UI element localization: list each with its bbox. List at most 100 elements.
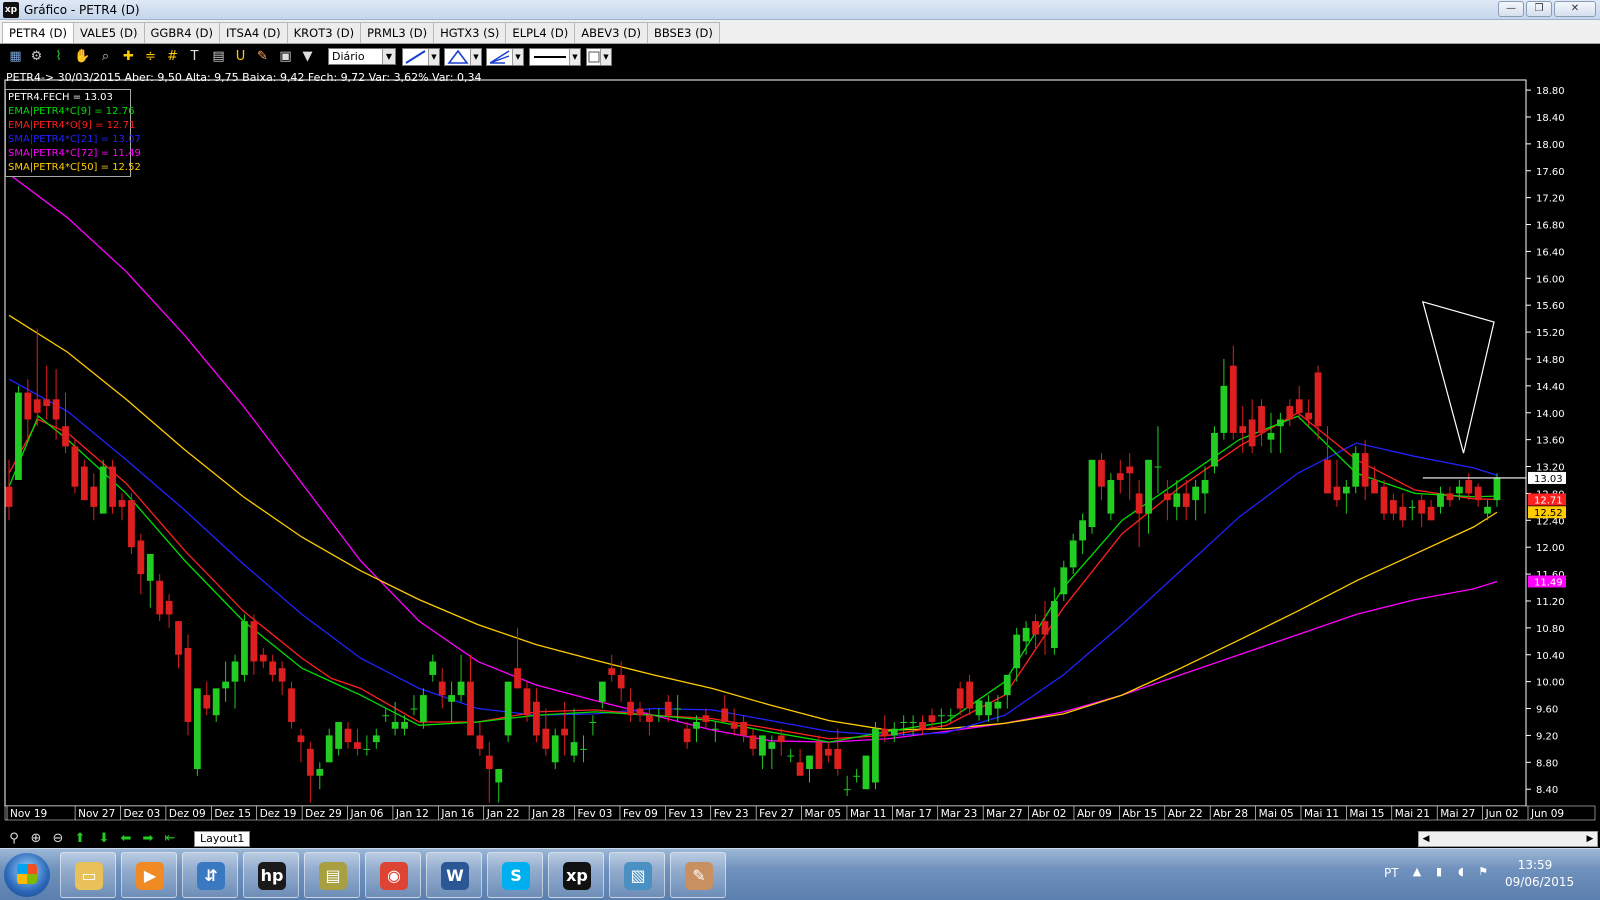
scroll-right-icon[interactable]: ▶: [1583, 832, 1597, 846]
taskbar-button[interactable]: ▭: [60, 852, 116, 898]
start-button[interactable]: [4, 853, 50, 897]
candle: [1342, 479, 1350, 514]
candle-body: [457, 681, 465, 696]
horizontal-scrollbar[interactable]: ◀ ▶: [1418, 831, 1598, 847]
zoom-out-icon[interactable]: ⊖: [50, 831, 66, 847]
candle: [872, 721, 879, 790]
y-tick-label: 8.80: [1536, 758, 1558, 769]
candle: [561, 701, 569, 756]
candle-body: [627, 701, 634, 716]
candle: [636, 701, 644, 722]
arrow-right-icon[interactable]: ➡: [140, 831, 156, 847]
layout-tab[interactable]: Layout1: [194, 831, 251, 847]
price-chart[interactable]: 18.80 18.40 18.00 17.60 17.20 16.80 16.40 16.00…: [0, 0, 1600, 830]
x-tick-label: Dez 29: [305, 808, 342, 820]
hp-icon: hp: [258, 862, 286, 890]
y-tick-label: 9.20: [1536, 731, 1558, 742]
candle-body: [1324, 459, 1331, 494]
taskbar-button[interactable]: ▧: [609, 852, 665, 898]
candle: [476, 721, 484, 756]
candle-body: [1154, 466, 1162, 468]
taskbar-button[interactable]: ◉: [365, 852, 421, 898]
candle-body: [410, 708, 418, 710]
volume-icon[interactable]: ◖: [1454, 865, 1468, 879]
candle: [608, 654, 616, 682]
y-tick-label: 10.80: [1536, 624, 1565, 635]
arrow-left-end-icon[interactable]: ⇤: [162, 831, 178, 847]
taskbar-button[interactable]: W: [426, 852, 482, 898]
candle: [250, 614, 258, 675]
candle-body: [768, 742, 776, 749]
triangle-annotation[interactable]: [1421, 300, 1495, 454]
candle: [231, 654, 239, 709]
candle-body: [476, 735, 484, 749]
media-player-icon: ▶: [136, 862, 164, 890]
candle-body: [1399, 506, 1407, 521]
taskbar-button[interactable]: ⇵: [182, 852, 238, 898]
candle-body: [1446, 493, 1454, 501]
y-tick-label: 18.00: [1536, 140, 1565, 151]
y-tick-label: 10.40: [1536, 651, 1565, 662]
candle-body: [401, 721, 408, 729]
candle-body: [80, 466, 88, 501]
candle-body: [881, 728, 889, 736]
candle-body: [1427, 506, 1435, 521]
candle-body: [994, 701, 1002, 709]
scroll-left-icon[interactable]: ◀: [1419, 832, 1433, 846]
candle: [354, 728, 361, 756]
signal-icon[interactable]: ▮: [1432, 865, 1446, 879]
price-tag: 13.03: [1528, 471, 1566, 485]
candle: [551, 728, 559, 770]
arrow-left-icon[interactable]: ⬅: [118, 831, 134, 847]
taskbar-button[interactable]: xp: [548, 852, 604, 898]
price-tag: 12.71: [1528, 493, 1566, 506]
candle-body: [1248, 419, 1256, 447]
taskbar-button[interactable]: ▤: [304, 852, 360, 898]
candle-body: [1135, 493, 1143, 514]
candle: [269, 654, 277, 682]
candle-body: [937, 715, 945, 717]
candle: [533, 688, 540, 743]
candle: [570, 708, 578, 763]
candle-body: [146, 553, 154, 581]
arrow-up-icon[interactable]: ⬆: [72, 831, 88, 847]
candle-body: [1163, 493, 1171, 501]
candle-body: [966, 681, 973, 709]
taskbar-button[interactable]: S: [487, 852, 543, 898]
zoom-icon[interactable]: ⚲: [6, 831, 22, 847]
candle: [401, 715, 408, 736]
x-tick-label: Mar 05: [805, 808, 842, 820]
candle-body: [297, 735, 305, 743]
x-tick-label: Abr 09: [1077, 808, 1112, 820]
candle: [749, 728, 757, 756]
y-tick-label: 14.80: [1536, 355, 1565, 366]
candle: [1182, 479, 1190, 521]
candle-body: [1380, 486, 1388, 514]
tray-expand-icon[interactable]: ▲: [1410, 865, 1424, 879]
candle-body: [1465, 479, 1473, 494]
flag-icon[interactable]: ⚑: [1476, 865, 1490, 879]
taskbar-button[interactable]: ▶: [121, 852, 177, 898]
candle-body: [5, 486, 13, 507]
language-indicator[interactable]: PT: [1384, 866, 1399, 880]
y-tick-label: 9.60: [1536, 705, 1558, 716]
candle-body: [1314, 372, 1322, 427]
candle-body: [1116, 473, 1124, 480]
candle: [15, 385, 22, 480]
candle: [99, 459, 107, 514]
system-clock[interactable]: 13:59 09/06/2015: [1505, 857, 1574, 891]
candle: [156, 574, 164, 622]
zoom-in-icon[interactable]: ⊕: [28, 831, 44, 847]
candle: [806, 755, 813, 783]
candle-body: [947, 715, 955, 717]
taskbar-button[interactable]: hp: [243, 852, 299, 898]
legend-item: SMA|PETR4*C[72] = 11.49: [8, 148, 141, 159]
x-tick-label: Mai 05: [1259, 808, 1294, 820]
candle: [1324, 426, 1331, 494]
taskbar-button[interactable]: ✎: [670, 852, 726, 898]
candle-body: [1192, 486, 1200, 501]
arrow-down-icon[interactable]: ⬇: [96, 831, 112, 847]
y-tick-label: 16.80: [1536, 221, 1565, 232]
candle: [335, 721, 343, 756]
candle: [1390, 493, 1397, 521]
